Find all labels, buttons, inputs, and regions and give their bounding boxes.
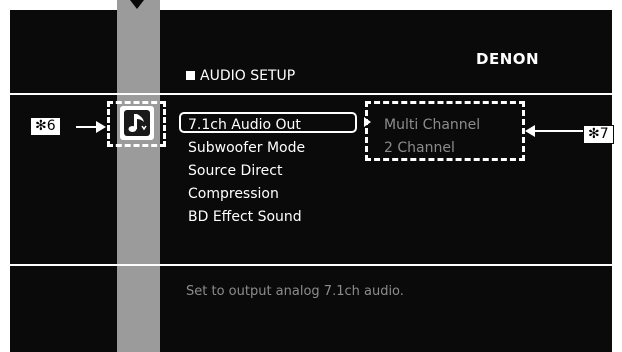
section-title-label: AUDIO SETUP <box>200 68 296 84</box>
settings-menu: 7.1ch Audio Out Subwoofer Mode Source Di… <box>186 114 305 229</box>
menu-item-source-direct[interactable]: Source Direct <box>186 160 305 183</box>
menu-item-bd-effect-sound[interactable]: BD Effect Sound <box>186 206 305 229</box>
footer-divider <box>10 264 612 266</box>
icon-callout-outline <box>107 101 166 147</box>
category-sidebar-bar <box>117 0 160 352</box>
header-divider <box>10 93 612 95</box>
description-text: Set to output analog 7.1ch audio. <box>186 284 404 299</box>
callout-7-arrow-icon <box>525 125 535 137</box>
callout-7-arrow-line <box>535 130 583 132</box>
menu-item-compression[interactable]: Compression <box>186 183 305 206</box>
callout-6-arrow-icon <box>96 121 106 133</box>
top-pointer-arrow <box>130 0 144 9</box>
callout-label-6: ✻6 <box>30 117 61 136</box>
menu-item-subwoofer-mode[interactable]: Subwoofer Mode <box>186 137 305 160</box>
section-title: AUDIO SETUP <box>186 68 295 84</box>
brand-logo: DENON <box>476 50 540 68</box>
menu-item-7-1ch-audio-out[interactable]: 7.1ch Audio Out <box>186 114 305 137</box>
callout-label-7: ✻7 <box>583 125 614 144</box>
options-callout-outline <box>365 101 525 161</box>
callout-6-arrow-line <box>76 126 98 128</box>
square-bullet-icon <box>186 71 195 80</box>
